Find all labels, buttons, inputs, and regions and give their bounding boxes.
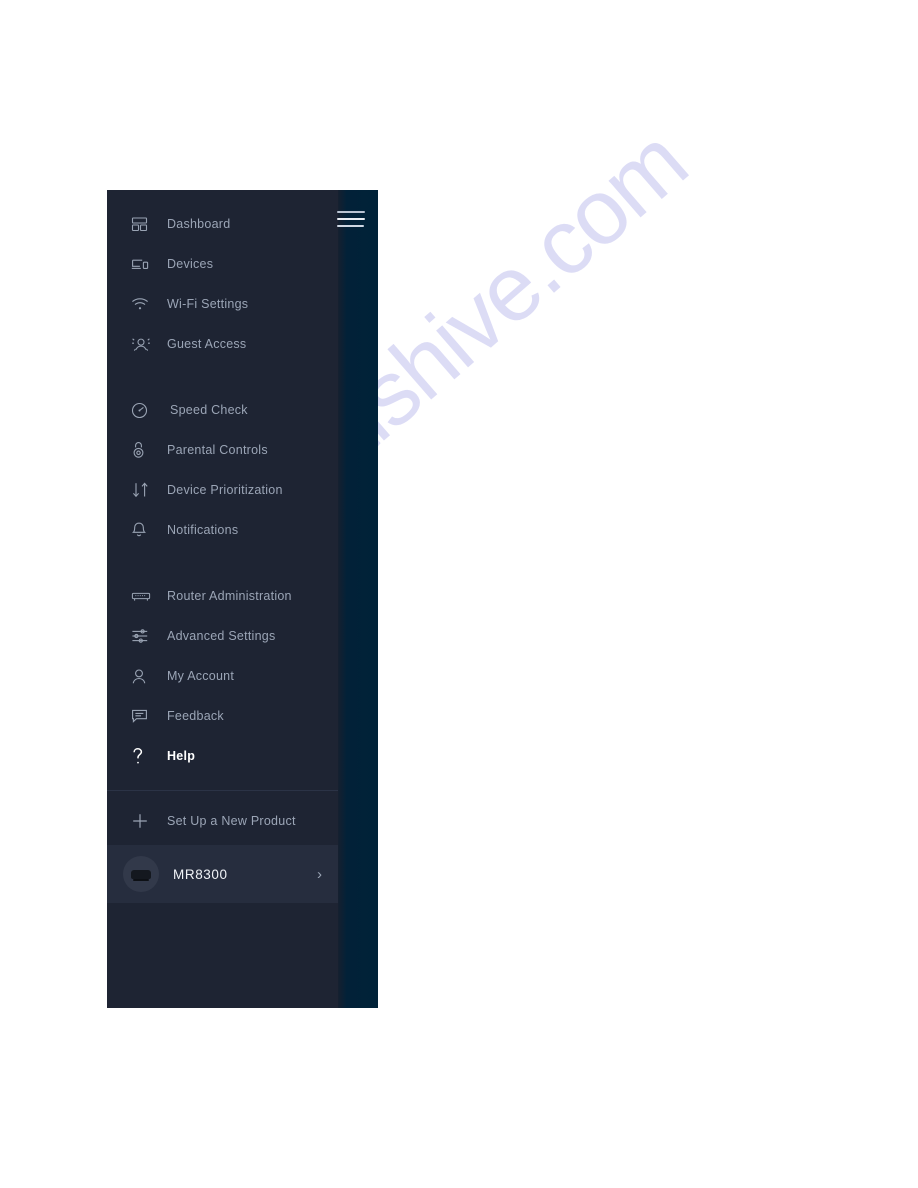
- sidebar-item-label: Guest Access: [167, 336, 247, 351]
- sidebar-item-label: Parental Controls: [167, 442, 268, 457]
- speedometer-icon: [131, 399, 159, 421]
- router-icon: [131, 585, 159, 607]
- sidebar-item-wifi-settings[interactable]: Wi-Fi Settings: [107, 284, 338, 324]
- navigation-drawer: Dashboard Devices Wi-Fi Settings Guest A…: [107, 190, 378, 1008]
- device-row-mr8300[interactable]: MR8300 ›: [107, 845, 338, 903]
- sidebar-item-notifications[interactable]: Notifications: [107, 510, 338, 550]
- sidebar-item-label: Feedback: [167, 708, 224, 723]
- sidebar-item-label: Wi-Fi Settings: [167, 296, 249, 311]
- arrows-down-up-icon: [131, 479, 159, 501]
- sidebar-item-label: Dashboard: [167, 216, 231, 231]
- sidebar-item-label: My Account: [167, 668, 235, 683]
- nav-group-separator: [107, 364, 338, 390]
- nav-group-primary: Dashboard Devices Wi-Fi Settings Guest A…: [107, 204, 338, 364]
- hamburger-line-3: [337, 225, 364, 227]
- sidebar-item-label: Devices: [167, 256, 214, 271]
- question-mark-icon: [131, 745, 159, 767]
- hamburger-line-1: [337, 211, 365, 213]
- sidebar-item-label: Help: [167, 748, 196, 763]
- chevron-right-icon[interactable]: ›: [317, 867, 322, 882]
- sidebar-item-dashboard[interactable]: Dashboard: [107, 204, 338, 244]
- bell-icon: [131, 519, 159, 541]
- nav-group-admin: Router Administration Advanced Settings: [107, 576, 338, 776]
- user-icon: [131, 665, 159, 687]
- sidebar-item-feedback[interactable]: Feedback: [107, 696, 338, 736]
- devices-icon: [131, 253, 159, 275]
- lock-icon: [131, 439, 159, 461]
- hamburger-line-2: [337, 218, 365, 220]
- plus-icon: [131, 810, 159, 832]
- chat-bubble-icon: [131, 705, 159, 727]
- sidebar-item-devices[interactable]: Devices: [107, 244, 338, 284]
- sidebar-item-label: Speed Check: [170, 402, 248, 417]
- sidebar-item-speed-check[interactable]: Speed Check: [107, 390, 338, 430]
- nav-group-separator: [107, 550, 338, 576]
- setup-divider: [107, 790, 338, 791]
- router-thumbnail: [123, 856, 159, 892]
- sidebar-item-label: Advanced Settings: [167, 628, 276, 643]
- dashboard-grid-icon: [131, 213, 159, 235]
- sidebar-item-label: Device Prioritization: [167, 482, 283, 497]
- hamburger-icon[interactable]: [337, 209, 365, 229]
- sidebar-item-router-administration[interactable]: Router Administration: [107, 576, 338, 616]
- sliders-icon: [131, 625, 159, 647]
- nav-group-tools: Speed Check Parental Controls Device Pri…: [107, 390, 338, 550]
- device-name: MR8300: [173, 866, 228, 882]
- sidebar-item-label: Router Administration: [167, 588, 292, 603]
- nav-scroll-area: Dashboard Devices Wi-Fi Settings Guest A…: [107, 190, 338, 1008]
- sidebar-item-parental-controls[interactable]: Parental Controls: [107, 430, 338, 470]
- setup-new-product-label: Set Up a New Product: [167, 813, 296, 828]
- sidebar-item-advanced-settings[interactable]: Advanced Settings: [107, 616, 338, 656]
- sidebar-item-device-prioritization[interactable]: Device Prioritization: [107, 470, 338, 510]
- sidebar-item-my-account[interactable]: My Account: [107, 656, 338, 696]
- sidebar-item-guest-access[interactable]: Guest Access: [107, 324, 338, 364]
- panel-edge-strip: [338, 190, 378, 1008]
- guest-access-icon: [131, 333, 159, 355]
- sidebar-item-label: Notifications: [167, 522, 239, 537]
- setup-new-product-button[interactable]: Set Up a New Product: [107, 797, 338, 845]
- wifi-icon: [131, 293, 159, 315]
- sidebar-item-help[interactable]: Help: [107, 736, 338, 776]
